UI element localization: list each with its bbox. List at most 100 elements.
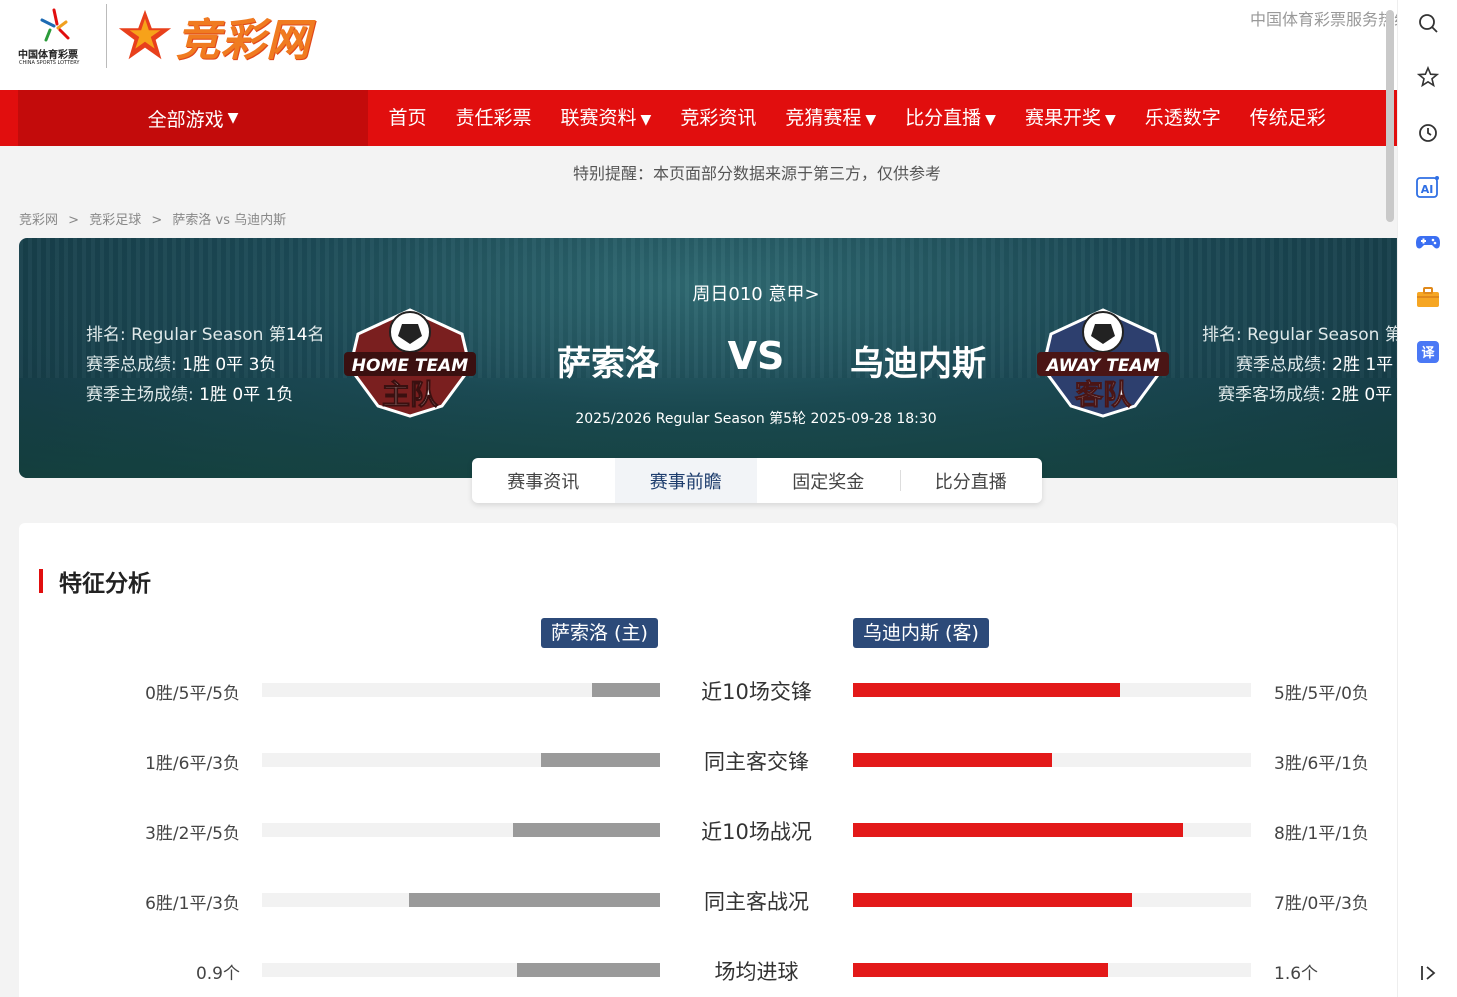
nav-item-league-data[interactable]: 联赛资料 ▼ (546, 90, 666, 146)
away-venue-record: 赛季客场成绩: 2胜 0平 (1202, 380, 1397, 410)
all-games-label: 全部游戏 (147, 108, 224, 131)
tab-live-score[interactable]: 比分直播 (899, 458, 1043, 503)
title-marker (39, 569, 43, 593)
game-icon[interactable] (1414, 228, 1442, 256)
home-stat-text: 3胜/2平/5负 (145, 824, 240, 844)
venue-label: 赛季客场成绩: (1218, 385, 1332, 405)
away-bar-fill (853, 683, 1120, 697)
nav-item-label: 比分直播 (905, 107, 982, 129)
stat-category-label: 近10场战况 (701, 820, 812, 844)
service-hotline-text: 中国体育彩票服务热线 (1250, 10, 1397, 29)
nav-item-label: 乐透数字 (1144, 107, 1221, 129)
nav-item-label: 竞猜赛程 (785, 107, 862, 129)
home-badge-bottom-text: 主队 (382, 378, 439, 411)
toolbox-icon[interactable] (1414, 283, 1442, 311)
nav-item-label: 赛果开奖 (1024, 107, 1101, 129)
page-scrollbar[interactable] (1386, 10, 1394, 222)
match-tabs: 赛事资讯 赛事前瞻 固定奖金 比分直播 (472, 458, 1042, 503)
away-team-tag: 乌迪内斯 (客) (853, 618, 989, 648)
match-banner: 周日010 意甲> 排名: Regular Season 第14名 赛季总成绩:… (19, 238, 1397, 478)
csl-logo-text: 中国体育彩票 (18, 50, 78, 61)
home-stat-text: 6胜/1平/3负 (145, 894, 240, 914)
tab-label: 固定奖金 (792, 471, 865, 493)
away-badge-top-text: AWAY TEAM (1044, 356, 1159, 376)
site-name: 竞彩网 (176, 15, 311, 66)
stat-category-label: 场均进球 (714, 960, 799, 984)
breadcrumb-separator: > (151, 213, 163, 228)
section-title-text: 特征分析 (59, 571, 151, 597)
lottery-star-icon (40, 8, 70, 42)
svg-text:AI: AI (1421, 183, 1434, 196)
tab-match-preview[interactable]: 赛事前瞻 (614, 458, 757, 503)
ai-icon[interactable]: AI (1414, 173, 1442, 201)
away-total-record: 赛季总成绩: 2胜 1平 (1202, 350, 1397, 380)
venue-label: 赛季主场成绩: (86, 385, 200, 405)
breadcrumb-separator: > (68, 213, 80, 228)
nav-item-traditional[interactable]: 传统足彩 (1235, 90, 1340, 146)
nav-item-home[interactable]: 首页 (374, 90, 441, 146)
caret-down-icon: ▼ (227, 110, 239, 126)
tab-label: 比分直播 (934, 471, 1007, 493)
nav-item-label: 联赛资料 (560, 107, 637, 129)
nav-item-label: 竞彩资讯 (680, 107, 757, 129)
match-league-link[interactable]: 周日010 意甲> (19, 280, 1397, 306)
translate-icon[interactable]: 译 (1414, 338, 1442, 366)
home-bar-track (262, 893, 660, 907)
away-bar-fill (853, 893, 1132, 907)
nav-item-label: 传统足彩 (1249, 107, 1326, 129)
star-icon[interactable] (1414, 63, 1442, 91)
venue-value: 1胜 0平 1负 (199, 385, 294, 405)
venue-value: 2胜 0平 (1331, 385, 1393, 405)
home-bar-track (262, 963, 660, 977)
tab-fixed-odds[interactable]: 固定奖金 (757, 458, 900, 503)
tab-label: 赛事资讯 (507, 471, 580, 493)
nav-item-label: 首页 (388, 107, 427, 129)
nav-item-live-score[interactable]: 比分直播 ▼ (891, 90, 1011, 146)
all-games-menu[interactable]: 全部游戏 ▼ (18, 90, 368, 146)
away-bar-fill (853, 753, 1052, 767)
china-sports-lottery-logo[interactable]: 中国体育彩票 CHINA SPORTS LOTTERY (14, 6, 104, 70)
away-team-name[interactable]: 乌迪内斯 (850, 336, 986, 385)
away-stat-text: 5胜/5平/0负 (1274, 684, 1369, 704)
nav-item-responsible[interactable]: 责任彩票 (441, 90, 546, 146)
browser-sidebar: AI 译 (1397, 0, 1457, 997)
total-value: 2胜 1平 (1332, 355, 1394, 375)
tab-match-news[interactable]: 赛事资讯 (472, 458, 615, 503)
nav-item-news[interactable]: 竞彩资讯 (666, 90, 771, 146)
breadcrumb-home-link[interactable]: 竞彩网 (19, 213, 58, 228)
csl-logo-subtext: CHINA SPORTS LOTTERY (19, 60, 80, 66)
nav-items: 首页 责任彩票 联赛资料 ▼ 竞彩资讯 竞猜赛程 ▼ 比分直播 ▼ 赛果开奖 ▼ 乐透数… (374, 90, 1340, 146)
nav-item-label: 责任彩票 (455, 107, 532, 129)
home-team-tag: 萨索洛 (主) (541, 618, 658, 648)
away-rank: 排名: Regular Season 第 (1202, 320, 1397, 350)
away-stat-text: 7胜/0平/3负 (1274, 894, 1369, 914)
away-bar-track (853, 893, 1251, 907)
history-icon[interactable] (1414, 119, 1442, 147)
stat-category-label: 近10场交锋 (701, 680, 812, 704)
home-bar-fill (541, 753, 660, 767)
match-info: 2025/2026 Regular Season 第5轮 2025-09-28 … (575, 411, 937, 427)
site-header: 中国体育彩票 CHINA SPORTS LOTTERY 竞彩网 中国体育彩票服务… (0, 0, 1397, 90)
svg-text:译: 译 (1421, 346, 1435, 361)
tab-label: 赛事前瞻 (649, 471, 722, 493)
search-icon[interactable] (1414, 9, 1442, 37)
stat-category-label: 同主客交锋 (704, 750, 809, 774)
breadcrumb-football-link[interactable]: 竞彩足球 (89, 213, 141, 228)
nav-item-lotto[interactable]: 乐透数字 (1130, 90, 1235, 146)
caret-down-icon: ▼ (985, 112, 996, 128)
breadcrumb: 竞彩网 > 竞彩足球 > 萨索洛 vs 乌迪内斯 (19, 209, 292, 228)
away-bar-fill (853, 963, 1108, 977)
away-bar-track (853, 683, 1251, 697)
nav-item-schedule[interactable]: 竞猜赛程 ▼ (771, 90, 891, 146)
home-bar-track (262, 683, 660, 697)
home-stat-text: 0胜/5平/5负 (145, 684, 240, 704)
away-bar-track (853, 753, 1251, 767)
home-bar-fill (513, 823, 660, 837)
collapse-sidebar-icon[interactable] (1414, 959, 1442, 987)
away-bar-track (853, 823, 1251, 837)
nav-item-results[interactable]: 赛果开奖 ▼ (1010, 90, 1130, 146)
away-bar-fill (853, 823, 1183, 837)
jcw-logo[interactable]: 竞彩网 (116, 6, 311, 66)
home-stat-text: 0.9个 (195, 964, 240, 984)
breadcrumb-current: 萨索洛 vs 乌迪内斯 (172, 213, 287, 228)
